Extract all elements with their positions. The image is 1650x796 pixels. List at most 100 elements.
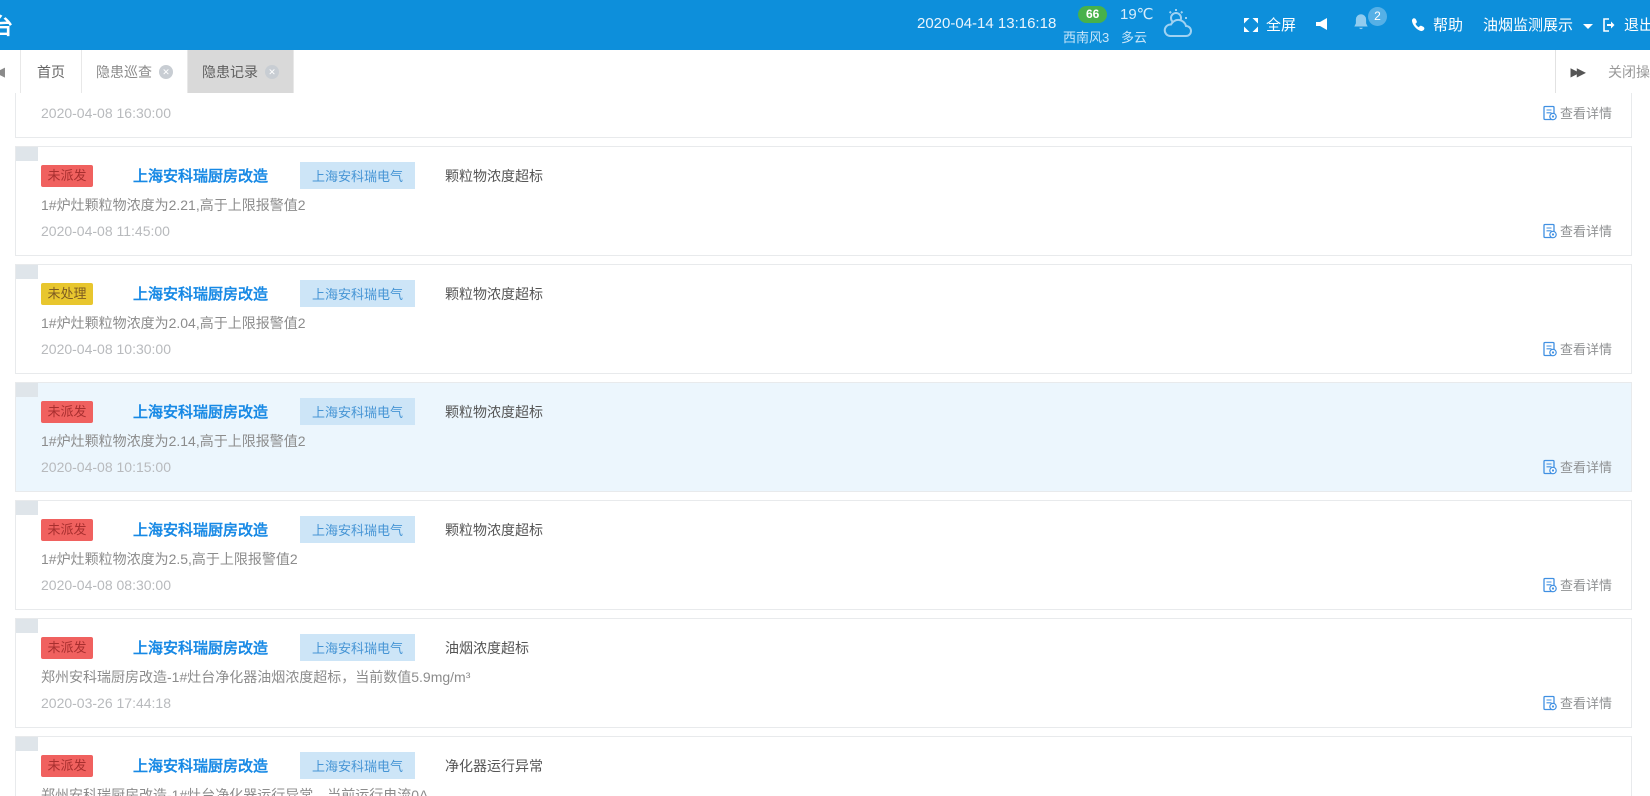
- tab-scroll-right-icon[interactable]: ▶▶: [1571, 65, 1586, 79]
- status-badge: 未派发: [41, 637, 93, 659]
- aqi-badge: 66: [1078, 6, 1107, 23]
- tab-label: 隐患巡查: [96, 62, 152, 82]
- status-badge: 未处理: [41, 283, 93, 305]
- speaker-mute-button[interactable]: [1315, 16, 1329, 37]
- company-badge: 上海安科瑞电气: [300, 516, 415, 543]
- record-header-row: 未派发 上海安科瑞厨房改造 上海安科瑞电气 颗粒物浓度超标: [41, 516, 543, 543]
- wind-label: 西南风3: [1063, 27, 1109, 46]
- record-description: 1#炉灶颗粒物浓度为2.04,高于上限报警值2: [41, 313, 306, 333]
- fullscreen-icon: [1243, 17, 1259, 33]
- status-badge: 未派发: [41, 401, 93, 423]
- record-description: 郑州安科瑞厨房改造-1#灶台净化器油烟浓度超标，当前数值5.9mg/m³: [41, 667, 470, 687]
- record-header-row: 未派发 上海安科瑞厨房改造 上海安科瑞电气 颗粒物浓度超标: [41, 398, 543, 425]
- site-link[interactable]: 上海安科瑞厨房改造: [133, 755, 268, 776]
- logout-label: 退出: [1624, 14, 1650, 35]
- alarm-type-label: 颗粒物浓度超标: [445, 520, 543, 540]
- company-badge: 上海安科瑞电气: [300, 280, 415, 307]
- hazard-record-list: 2020-04-08 16:30:00 查看详情 未派发 上海安科瑞厨房改造 上…: [0, 93, 1650, 796]
- datetime-display: 2020-04-14 13:16:18: [917, 15, 1056, 32]
- card-corner-decoration: [16, 265, 38, 279]
- card-corner-decoration: [16, 147, 38, 161]
- tab-close-icon[interactable]: ✕: [265, 65, 279, 79]
- record-header-row: 未派发 上海安科瑞厨房改造 上海安科瑞电气 油烟浓度超标: [41, 634, 529, 661]
- fullscreen-label: 全屏: [1266, 14, 1296, 35]
- tab-item-2[interactable]: 隐患记录 ✕: [188, 50, 294, 93]
- tab-item-0[interactable]: 首页: [20, 50, 82, 93]
- alarm-type-label: 颗粒物浓度超标: [445, 402, 543, 422]
- notification-count-badge: 2: [1368, 7, 1387, 26]
- help-button[interactable]: 帮助: [1410, 14, 1463, 35]
- alarm-type-label: 净化器运行异常: [445, 756, 543, 776]
- record-timestamp: 2020-04-08 10:15:00: [41, 459, 171, 475]
- display-menu-label: 油烟监测展示: [1483, 14, 1573, 35]
- card-corner-decoration: [16, 737, 38, 751]
- record-card: 未派发 上海安科瑞厨房改造 上海安科瑞电气 油烟浓度超标 郑州安科瑞厨房改造-1…: [15, 618, 1632, 728]
- status-badge: 未派发: [41, 519, 93, 541]
- record-header-row: 未派发 上海安科瑞厨房改造 上海安科瑞电气 净化器运行异常: [41, 752, 543, 779]
- view-details-button[interactable]: 查看详情: [1542, 103, 1612, 122]
- display-menu-button[interactable]: 油烟监测展示: [1483, 14, 1593, 35]
- record-card: 未派发 上海安科瑞厨房改造 上海安科瑞电气 颗粒物浓度超标 1#炉灶颗粒物浓度为…: [15, 382, 1632, 492]
- details-icon: [1542, 577, 1558, 593]
- view-details-label: 查看详情: [1560, 693, 1612, 712]
- record-card: 未派发 上海安科瑞厨房改造 上海安科瑞电气 颗粒物浓度超标 1#炉灶颗粒物浓度为…: [15, 146, 1632, 256]
- site-link[interactable]: 上海安科瑞厨房改造: [133, 519, 268, 540]
- company-badge: 上海安科瑞电气: [300, 752, 415, 779]
- fullscreen-button[interactable]: 全屏: [1243, 14, 1296, 35]
- tab-bar-spacer: [294, 50, 1555, 93]
- logout-icon: [1601, 17, 1617, 33]
- tab-scroll-left-icon[interactable]: ◀: [0, 64, 7, 80]
- weather-condition-label: 多云: [1121, 27, 1147, 46]
- record-header-row: 未处理 上海安科瑞厨房改造 上海安科瑞电气 颗粒物浓度超标: [41, 280, 543, 307]
- view-details-button[interactable]: 查看详情: [1542, 575, 1612, 594]
- record-timestamp: 2020-03-26 17:44:18: [41, 695, 171, 711]
- details-icon: [1542, 105, 1558, 121]
- temperature-label: 19℃: [1120, 5, 1154, 23]
- record-timestamp: 2020-04-08 16:30:00: [41, 105, 171, 121]
- card-corner-decoration: [16, 501, 38, 515]
- record-timestamp: 2020-04-08 08:30:00: [41, 577, 171, 593]
- tab-label: 首页: [37, 62, 65, 82]
- record-card: 未派发 上海安科瑞厨房改造 上海安科瑞电气 颗粒物浓度超标 1#炉灶颗粒物浓度为…: [15, 500, 1632, 610]
- record-timestamp: 2020-04-08 11:45:00: [41, 223, 170, 239]
- details-icon: [1542, 223, 1558, 239]
- site-link[interactable]: 上海安科瑞厨房改造: [133, 283, 268, 304]
- company-badge: 上海安科瑞电气: [300, 398, 415, 425]
- view-details-button[interactable]: 查看详情: [1542, 221, 1612, 240]
- tab-item-1[interactable]: 隐患巡查 ✕: [82, 50, 188, 93]
- speaker-icon: [1315, 16, 1329, 32]
- record-description: 1#炉灶颗粒物浓度为2.14,高于上限报警值2: [41, 431, 306, 451]
- record-timestamp: 2020-04-08 10:30:00: [41, 341, 171, 357]
- caret-down-icon: [1583, 24, 1593, 29]
- view-details-button[interactable]: 查看详情: [1542, 339, 1612, 358]
- view-details-button[interactable]: 查看详情: [1542, 457, 1612, 476]
- record-card: 未派发 上海安科瑞厨房改造 上海安科瑞电气 净化器运行异常 郑州安科瑞厨房改造-…: [15, 736, 1632, 796]
- tab-bar: ◀ 首页 隐患巡查 ✕ 隐患记录 ✕ ▶▶ 关闭操: [0, 50, 1650, 94]
- details-icon: [1542, 341, 1558, 357]
- logout-button[interactable]: 退出: [1601, 14, 1650, 35]
- view-details-label: 查看详情: [1560, 575, 1612, 594]
- record-description: 1#炉灶颗粒物浓度为2.21,高于上限报警值2: [41, 195, 306, 215]
- phone-icon: [1410, 17, 1426, 33]
- company-badge: 上海安科瑞电气: [300, 162, 415, 189]
- tab-close-icon[interactable]: ✕: [159, 65, 173, 79]
- help-label: 帮助: [1433, 14, 1463, 35]
- record-description: 1#炉灶颗粒物浓度为2.5,高于上限报警值2: [41, 549, 298, 569]
- notifications-button[interactable]: 2: [1352, 12, 1370, 37]
- close-operations-button[interactable]: 关闭操: [1608, 62, 1650, 82]
- status-badge: 未派发: [41, 165, 93, 187]
- app-header: 台 2020-04-14 13:16:18 66 西南风3 19℃ 多云 全屏 …: [0, 0, 1650, 50]
- details-icon: [1542, 695, 1558, 711]
- view-details-button[interactable]: 查看详情: [1542, 693, 1612, 712]
- weather-icon: [1160, 6, 1198, 47]
- card-corner-decoration: [16, 619, 38, 633]
- alarm-type-label: 油烟浓度超标: [445, 638, 529, 658]
- record-card: 2020-04-08 16:30:00 查看详情: [15, 93, 1632, 138]
- status-badge: 未派发: [41, 755, 93, 777]
- site-link[interactable]: 上海安科瑞厨房改造: [133, 165, 268, 186]
- record-header-row: 未派发 上海安科瑞厨房改造 上海安科瑞电气 颗粒物浓度超标: [41, 162, 543, 189]
- site-link[interactable]: 上海安科瑞厨房改造: [133, 401, 268, 422]
- alarm-type-label: 颗粒物浓度超标: [445, 284, 543, 304]
- site-link[interactable]: 上海安科瑞厨房改造: [133, 637, 268, 658]
- app-title-partial: 台: [0, 9, 13, 41]
